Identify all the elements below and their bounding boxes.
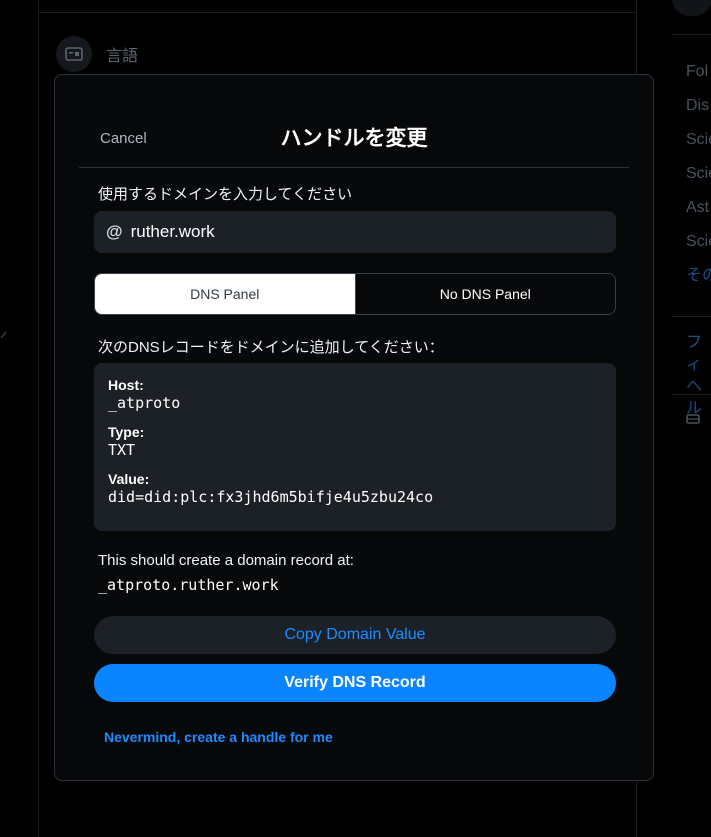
background-column-border [38, 0, 39, 837]
tab-dns-panel[interactable]: DNS Panel [95, 274, 355, 314]
background-divider [38, 12, 636, 13]
dialog-title: ハンドルを変更 [280, 127, 428, 150]
record-value-value: did=did:plc:fx3jhd6m5bifje4u5zbu24co [108, 488, 434, 506]
record-type-label: Type: [108, 424, 145, 440]
dns-mode-toggle: DNS Panel No DNS Panel [94, 273, 616, 315]
background-divider [672, 316, 711, 317]
background-search-pill [672, 0, 711, 16]
background-feed-item: Dis [686, 97, 710, 114]
background-links: フィ ヘル [686, 332, 711, 420]
nevermind-link[interactable]: Nevermind, create a handle for me [104, 729, 333, 745]
chevron-icon [0, 328, 8, 342]
background-feed-item: Fol [686, 63, 709, 80]
result-description: This should create a domain record at: [98, 552, 354, 569]
background-feed-item: Scie [686, 165, 711, 182]
record-host-value: _atproto [108, 394, 181, 412]
dns-instruction-label: 次のDNSレコードをドメインに追加してください： [98, 339, 444, 356]
background-more-link: その [686, 267, 711, 284]
change-handle-dialog: Cancel ハンドルを変更 使用するドメインを入力してください @ ruthe… [54, 74, 654, 781]
tab-no-dns-panel[interactable]: No DNS Panel [354, 274, 615, 314]
record-host-label: Host: [108, 377, 144, 393]
background-feed-item: Scie [686, 233, 711, 250]
result-record-name: _atproto.ruther.work [98, 576, 279, 594]
verify-dns-record-button[interactable]: Verify DNS Record [94, 664, 616, 702]
dialog-header: Cancel ハンドルを変更 [79, 75, 629, 168]
domain-input-value: ruther.work [130, 222, 215, 241]
background-divider [672, 394, 711, 395]
at-sign-icon: @ [106, 222, 123, 241]
background-language-row: 言語 [56, 36, 138, 72]
copy-domain-value-button[interactable]: Copy Domain Value [94, 616, 616, 654]
background-divider [672, 34, 711, 35]
background-feed-list: Fol Dis Scie Scie Ast Scie その [686, 60, 711, 298]
dns-record-box: Host: _atproto Type: TXT Value: did=did:… [94, 363, 616, 531]
domain-input[interactable]: @ ruther.work [94, 211, 616, 253]
record-type-value: TXT [108, 441, 136, 459]
background-language-label: 言語 [106, 48, 139, 65]
background-link: フィ [686, 334, 703, 373]
background-feed-item: Ast [686, 199, 710, 216]
record-value-label: Value: [108, 471, 150, 487]
ticket-icon [686, 412, 700, 428]
background-feed-item: Scie [686, 131, 711, 148]
language-icon [56, 36, 92, 72]
domain-prompt-label: 使用するドメインを入力してください [98, 186, 353, 203]
